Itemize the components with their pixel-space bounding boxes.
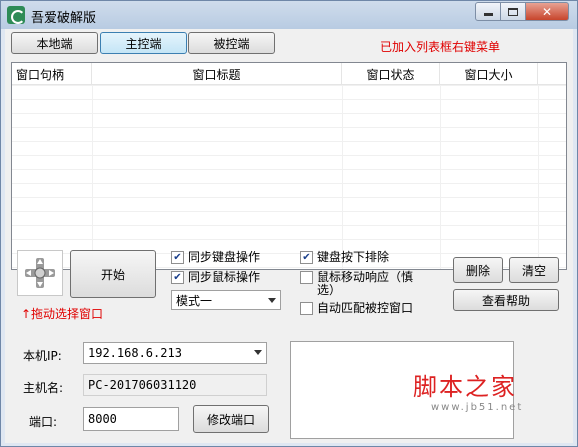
grid-divider [92,85,93,269]
clear-button[interactable]: 清空 [509,257,559,283]
ip-value: 192.168.6.213 [88,346,182,360]
close-button[interactable]: ✕ [525,2,569,21]
delete-button[interactable]: 删除 [453,257,503,283]
grid-divider [538,85,539,269]
app-logo-icon [7,6,25,24]
checkbox-unchecked-icon [300,302,313,315]
crosshair-drag-icon [25,258,55,288]
column-window-title[interactable]: 窗口标题 [92,63,342,85]
minimize-icon [483,13,493,16]
close-icon: ✕ [541,4,553,19]
start-button[interactable]: 开始 [70,250,156,298]
watermark-url: www.jb51.net [431,402,524,413]
chevron-down-icon [268,298,276,303]
watermark: 脚本之家 www.jb51.net [413,367,523,413]
tab-master[interactable]: 主控端 [100,32,187,54]
mouse-move-label: 鼠标移动响应（慎选） [317,270,414,297]
column-window-state[interactable]: 窗口状态 [342,63,440,85]
grid-divider [342,85,343,269]
grid-divider [440,85,441,269]
auto-match-checkbox[interactable]: 自动匹配被控窗口 [300,302,413,315]
port-value: 8000 [88,412,117,426]
mode-select[interactable]: 模式一 [171,290,281,310]
main-window: 吾爱破解版 ✕ 本地端 主控端 被控端 已加入列表框右键菜单 窗口句柄 窗口标题… [0,0,578,447]
sync-mouse-checkbox[interactable]: ✔ 同步鼠标操作 [171,271,260,284]
drag-hint-text: ↑拖动选择窗口 [21,307,104,321]
host-value: PC-201706031120 [88,378,197,392]
tab-controlled[interactable]: 被控端 [188,32,275,54]
checkbox-checked-icon: ✔ [300,251,313,264]
checkbox-checked-icon: ✔ [171,251,184,264]
port-input[interactable]: 8000 [83,407,179,431]
watermark-title: 脚本之家 [413,373,517,401]
title-bar[interactable]: 吾爱破解版 ✕ [1,1,577,29]
port-label: 端口: [29,415,58,429]
column-window-size[interactable]: 窗口大小 [440,63,538,85]
window-picker-handle[interactable] [17,250,63,296]
checkbox-checked-icon: ✔ [171,271,184,284]
window-list[interactable]: 窗口句柄 窗口标题 窗口状态 窗口大小 [11,62,567,270]
minimize-button[interactable] [475,2,501,21]
window-title: 吾爱破解版 [31,11,97,26]
list-header: 窗口句柄 窗口标题 窗口状态 窗口大小 [12,63,566,85]
keyboard-exclude-label: 键盘按下排除 [317,250,390,264]
help-button[interactable]: 查看帮助 [453,289,559,311]
sync-mouse-label: 同步鼠标操作 [188,270,261,284]
hostname-field: PC-201706031120 [83,374,267,396]
tab-local[interactable]: 本地端 [11,32,98,54]
checkbox-unchecked-icon [300,271,313,284]
ip-select[interactable]: 192.168.6.213 [83,342,267,364]
ip-label: 本机IP: [23,349,62,363]
keyboard-exclude-checkbox[interactable]: ✔ 键盘按下排除 [300,251,389,264]
column-window-handle[interactable]: 窗口句柄 [12,63,92,85]
maximize-icon [508,7,518,16]
context-menu-hint: 已加入列表框右键菜单 [380,40,501,54]
list-grid [12,85,566,269]
sync-keyboard-label: 同步键盘操作 [188,250,261,264]
sync-keyboard-checkbox[interactable]: ✔ 同步键盘操作 [171,251,260,264]
mouse-move-checkbox[interactable]: 鼠标移动响应（慎选） [300,271,418,297]
modify-port-button[interactable]: 修改端口 [193,405,269,433]
chevron-down-icon [254,350,262,355]
auto-match-label: 自动匹配被控窗口 [317,301,414,315]
mode-select-value: 模式一 [176,293,213,308]
host-label: 主机名: [23,381,64,395]
maximize-button[interactable] [500,2,526,21]
